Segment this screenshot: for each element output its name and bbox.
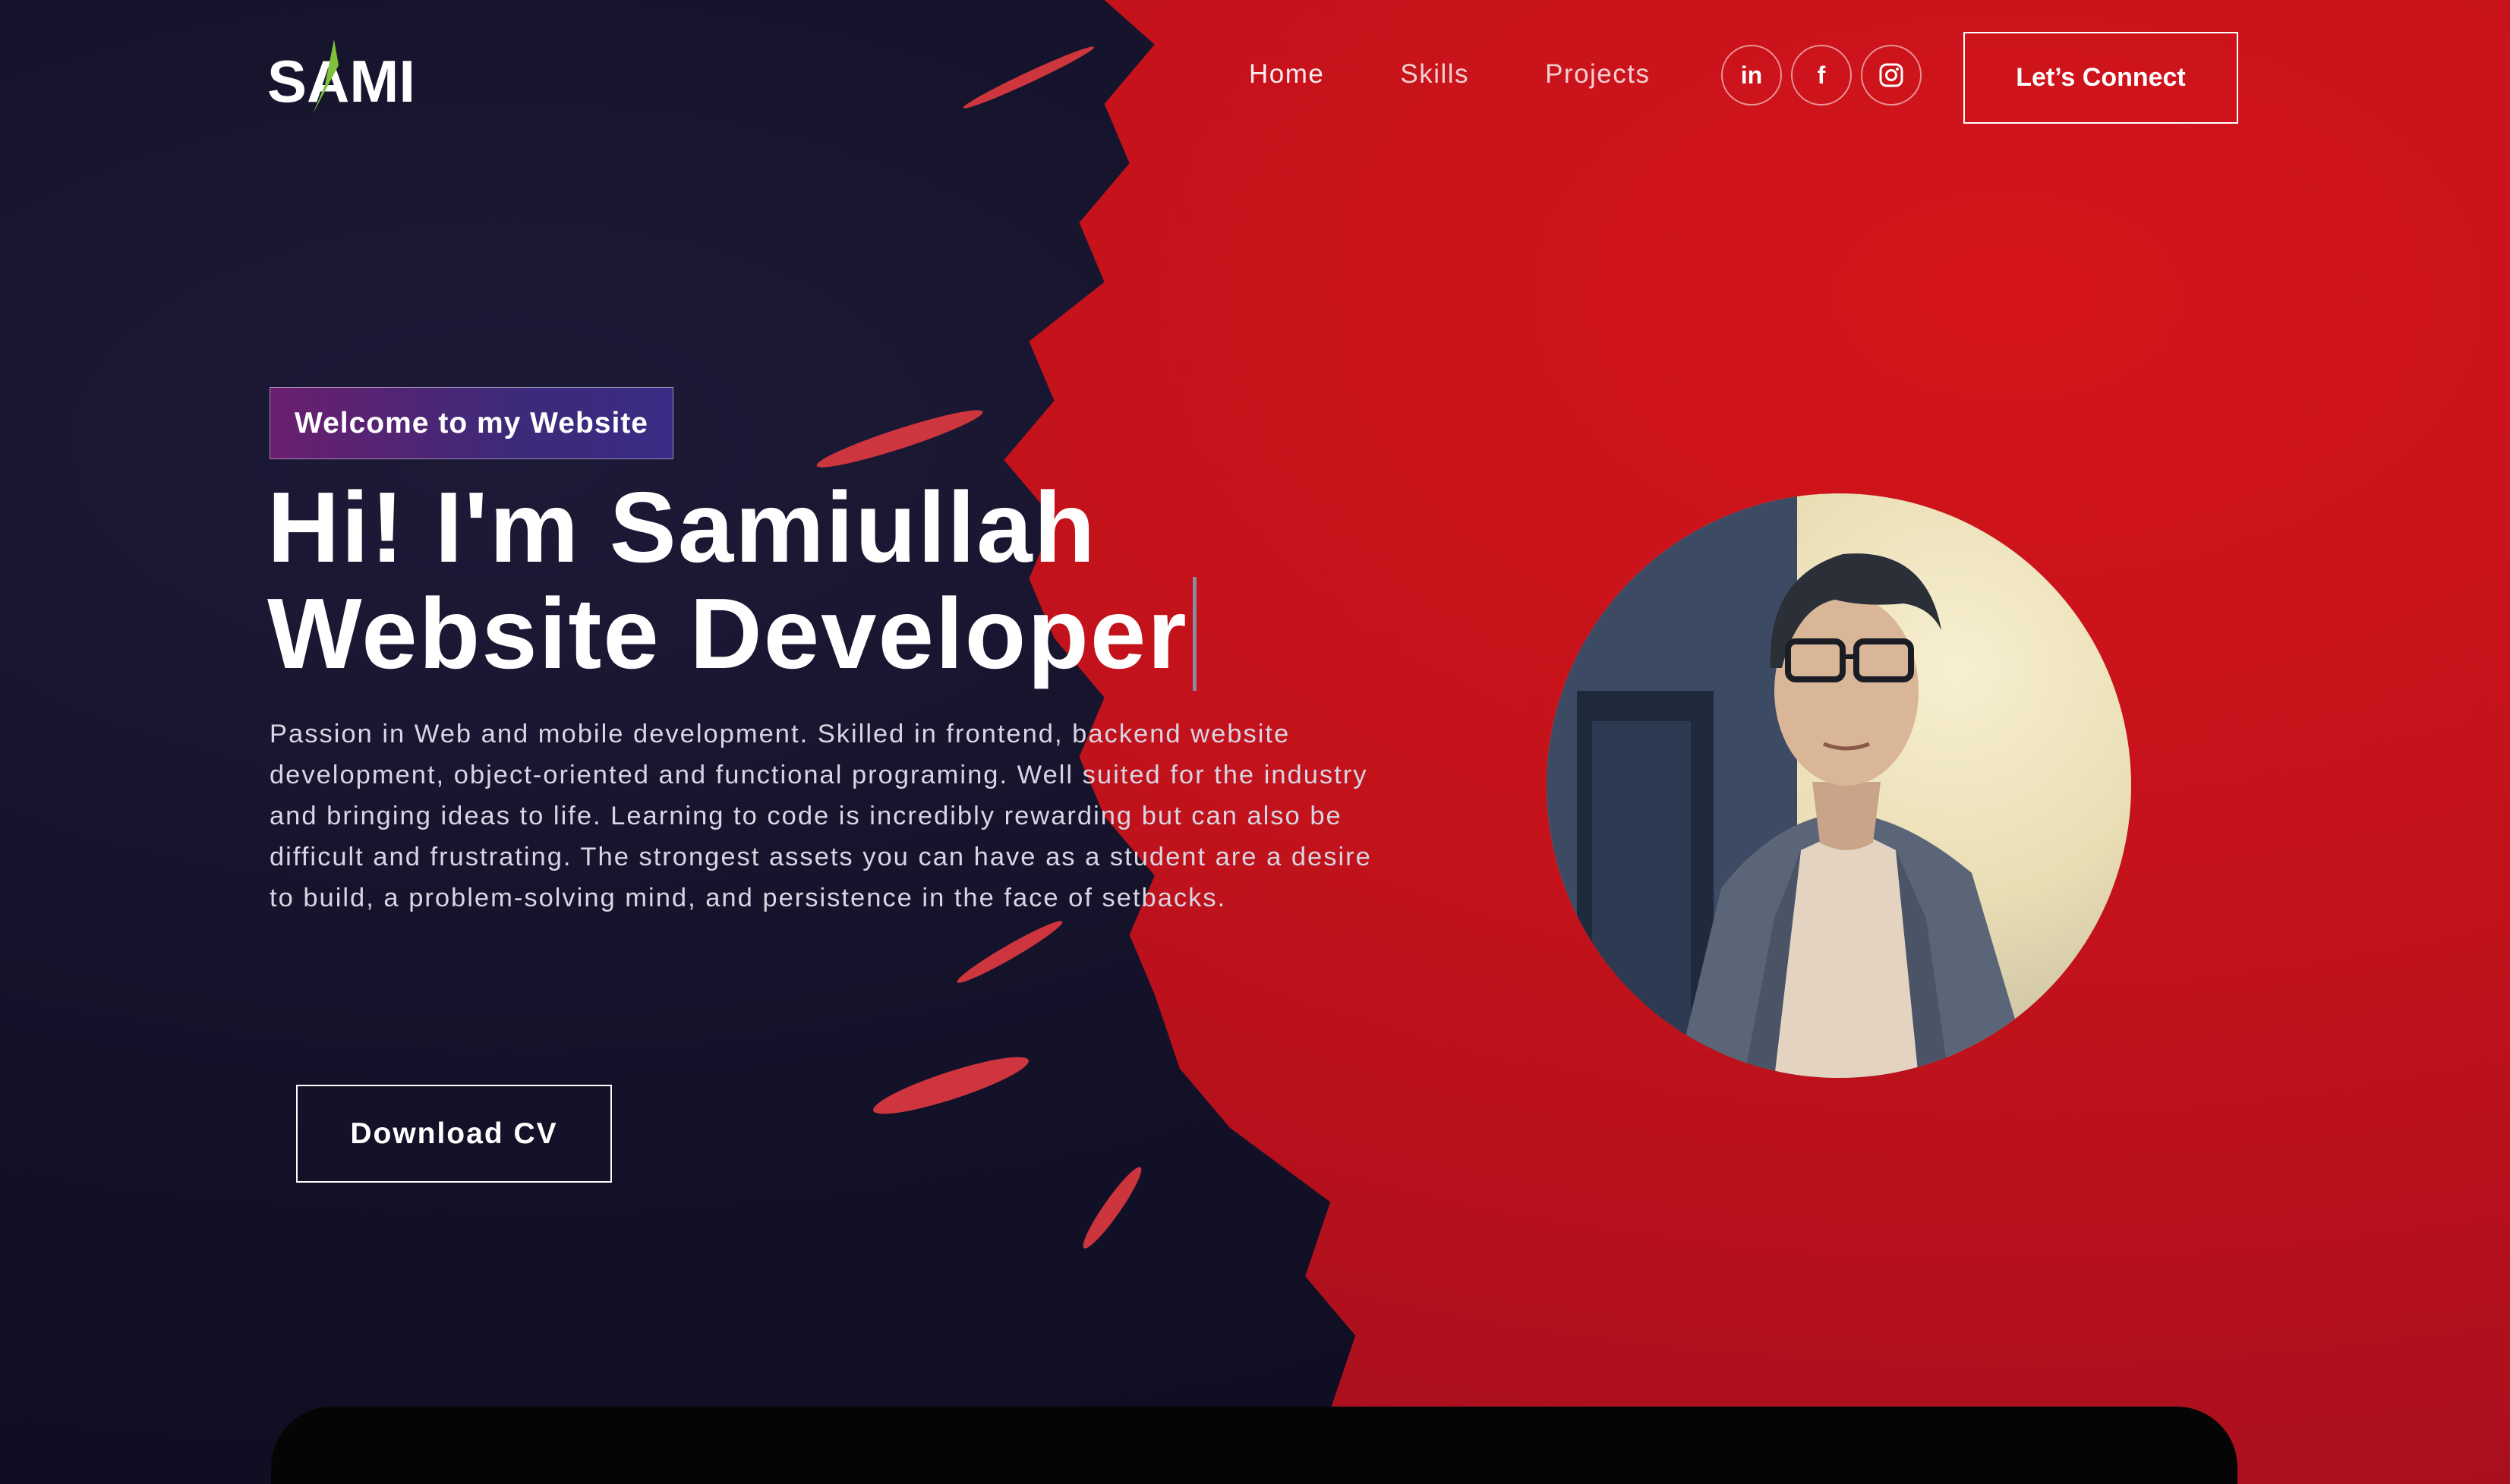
logo-text: SAMI	[267, 48, 415, 115]
social-links: in f	[1721, 45, 1922, 106]
hero-description: Passion in Web and mobile development. S…	[270, 720, 1372, 912]
logo[interactable]: SAMI	[267, 39, 449, 115]
headline-role: Website Developer	[267, 578, 1188, 689]
navbar: SAMI Home Skills Projects in f Let’s Con…	[0, 0, 2510, 156]
facebook-icon: f	[1817, 61, 1826, 89]
linkedin-button[interactable]: in	[1721, 45, 1782, 106]
nav-links: Home Skills Projects	[1249, 59, 1651, 90]
nav-link-skills[interactable]: Skills	[1400, 59, 1469, 90]
lets-connect-button[interactable]: Let’s Connect	[1963, 32, 2238, 124]
instagram-icon	[1879, 63, 1903, 87]
instagram-button[interactable]	[1861, 45, 1922, 106]
linkedin-icon: in	[1740, 61, 1763, 89]
headline-greeting: Hi! I'm Samiullah	[267, 471, 1097, 583]
nav-link-home[interactable]: Home	[1249, 59, 1324, 90]
welcome-tagline: Welcome to my Website	[270, 387, 673, 459]
download-cv-button[interactable]: Download CV	[296, 1085, 612, 1183]
hero-headline: Hi! I'm Samiullah Website Developer	[267, 471, 1197, 691]
nav-link-projects[interactable]: Projects	[1545, 59, 1650, 90]
headline-role-wrap: Website Developer	[267, 577, 1197, 691]
typing-cursor	[1192, 577, 1197, 691]
next-section-panel	[271, 1407, 2237, 1484]
facebook-button[interactable]: f	[1791, 45, 1852, 106]
landing-page: SAMI Home Skills Projects in f Let’s Con…	[0, 0, 2510, 1484]
profile-photo	[1547, 493, 2131, 1078]
portrait-illustration	[1547, 493, 2032, 1078]
